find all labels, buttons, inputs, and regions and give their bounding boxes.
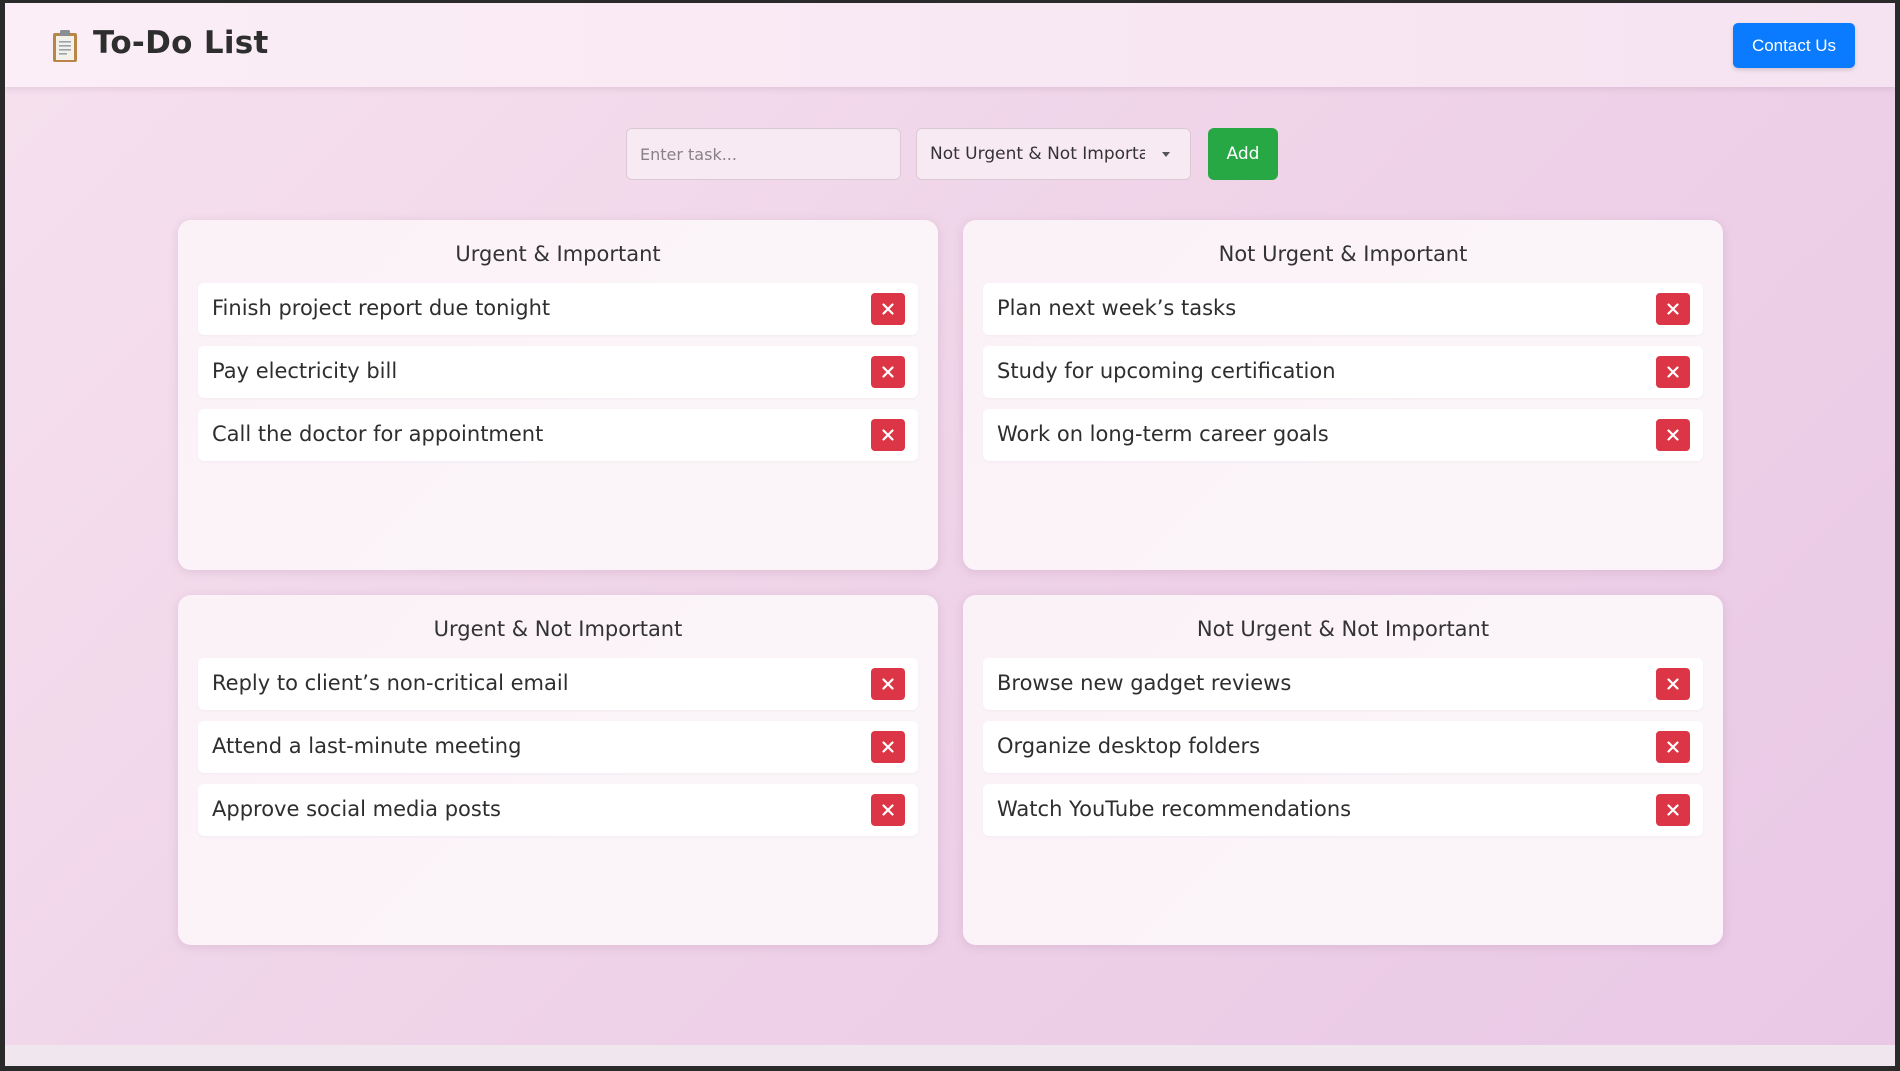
task-text: Study for upcoming certification	[997, 359, 1336, 383]
close-icon	[1667, 804, 1679, 816]
app-window: To-Do List Contact Us Not Urgent & Not I…	[5, 3, 1895, 1066]
close-icon	[1667, 429, 1679, 441]
close-icon	[1667, 366, 1679, 378]
task-item: Approve social media posts	[198, 784, 918, 836]
task-item: Organize desktop folders	[983, 721, 1703, 773]
task-text: Finish project report due tonight	[212, 296, 551, 320]
delete-task-button[interactable]	[871, 356, 905, 388]
task-text: Attend a last-minute meeting	[212, 734, 522, 758]
quadrant-urgent-important: Urgent & Important Finish project report…	[178, 220, 938, 570]
delete-task-button[interactable]	[1656, 419, 1690, 451]
quadrant-title: Urgent & Important	[455, 242, 661, 266]
delete-task-button[interactable]	[1656, 731, 1690, 763]
contact-us-button[interactable]: Contact Us	[1733, 23, 1855, 68]
task-item: Work on long-term career goals	[983, 409, 1703, 461]
delete-task-button[interactable]	[1656, 668, 1690, 700]
close-icon	[882, 303, 894, 315]
delete-task-button[interactable]	[871, 731, 905, 763]
quadrant-title: Urgent & Not Important	[433, 617, 683, 641]
task-item: Plan next week’s tasks	[983, 283, 1703, 335]
task-item: Attend a last-minute meeting	[198, 721, 918, 773]
task-text: Call the doctor for appointment	[212, 422, 544, 446]
footer-strip	[5, 1045, 1895, 1066]
task-item: Pay electricity bill	[198, 346, 918, 398]
delete-task-button[interactable]	[1656, 356, 1690, 388]
close-icon	[882, 678, 894, 690]
task-text: Reply to client’s non-critical email	[212, 671, 569, 695]
quadrant-urgent-not-important: Urgent & Not Important Reply to client’s…	[178, 595, 938, 945]
header-bar: To-Do List Contact Us	[5, 3, 1895, 87]
quadrant-title: Not Urgent & Important	[1218, 242, 1468, 266]
close-icon	[1667, 741, 1679, 753]
add-task-button[interactable]: Add	[1208, 128, 1278, 180]
delete-task-button[interactable]	[871, 794, 905, 826]
delete-task-button[interactable]	[871, 419, 905, 451]
close-icon	[882, 804, 894, 816]
close-icon	[882, 741, 894, 753]
close-icon	[882, 429, 894, 441]
chevron-down-icon	[1162, 152, 1170, 157]
task-item: Study for upcoming certification	[983, 346, 1703, 398]
close-icon	[1667, 678, 1679, 690]
task-item: Reply to client’s non-critical email	[198, 658, 918, 710]
task-text: Plan next week’s tasks	[997, 296, 1237, 320]
close-icon	[882, 366, 894, 378]
task-item: Call the doctor for appointment	[198, 409, 918, 461]
priority-select-value: Not Urgent & Not Important	[930, 144, 1145, 164]
quadrant-not-urgent-important: Not Urgent & Important Plan next week’s …	[963, 220, 1723, 570]
quadrant-title: Not Urgent & Not Important	[1196, 617, 1490, 641]
task-text: Watch YouTube recommendations	[997, 797, 1352, 821]
close-icon	[1667, 303, 1679, 315]
task-item: Finish project report due tonight	[198, 283, 918, 335]
task-text: Approve social media posts	[212, 797, 501, 821]
task-input[interactable]	[626, 128, 901, 180]
task-item: Watch YouTube recommendations	[983, 784, 1703, 836]
task-text: Browse new gadget reviews	[997, 671, 1292, 695]
delete-task-button[interactable]	[1656, 794, 1690, 826]
task-text: Pay electricity bill	[212, 359, 398, 383]
task-text: Organize desktop folders	[997, 734, 1261, 758]
delete-task-button[interactable]	[1656, 293, 1690, 325]
priority-select[interactable]: Not Urgent & Not Important	[916, 128, 1191, 180]
quadrant-not-urgent-not-important: Not Urgent & Not Important Browse new ga…	[963, 595, 1723, 945]
clipboard-icon	[53, 30, 77, 62]
task-item: Browse new gadget reviews	[983, 658, 1703, 710]
task-text: Work on long-term career goals	[997, 422, 1329, 446]
app-title: To-Do List	[93, 25, 269, 61]
delete-task-button[interactable]	[871, 668, 905, 700]
delete-task-button[interactable]	[871, 293, 905, 325]
